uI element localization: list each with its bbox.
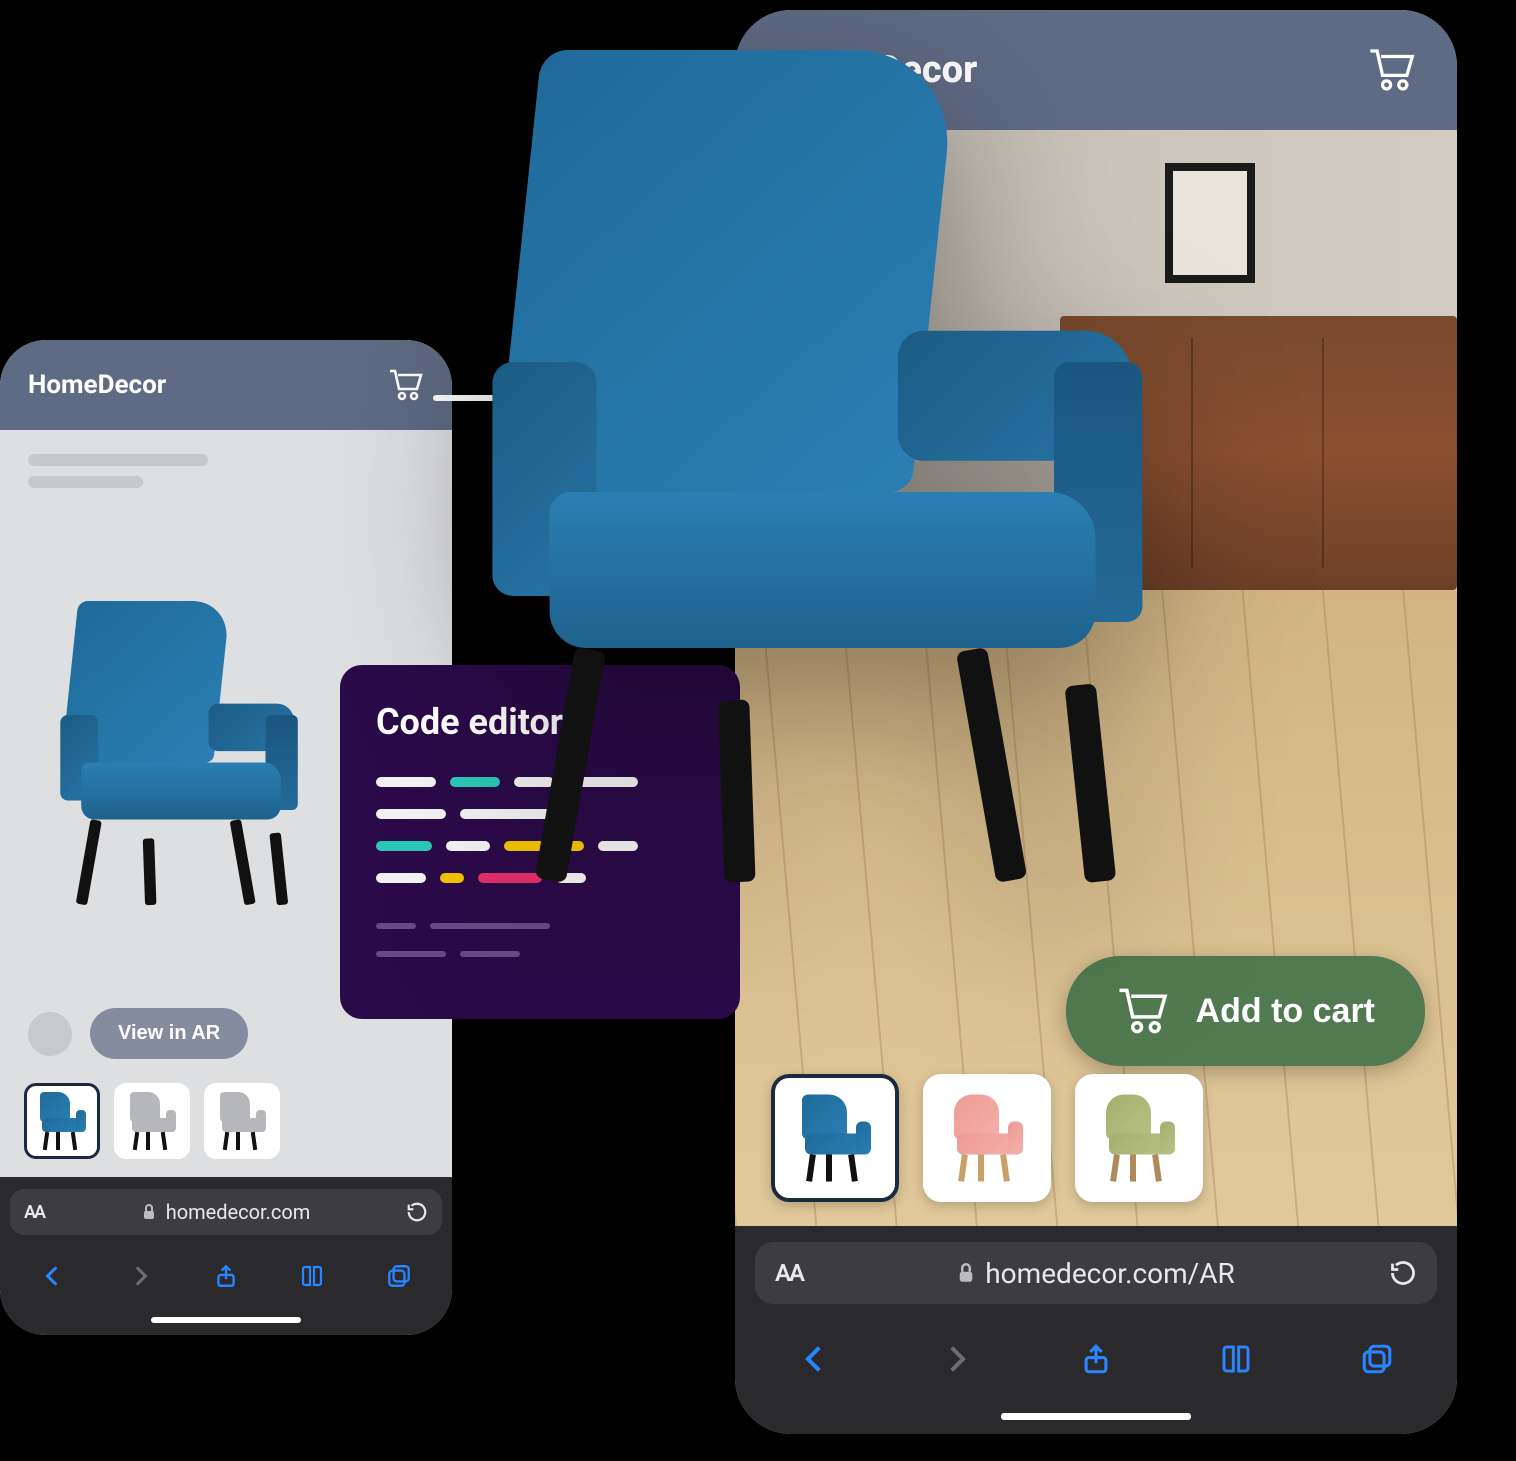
lock-icon — [957, 1263, 975, 1283]
thumbnail-row-left — [0, 1083, 452, 1177]
refresh-icon[interactable] — [406, 1201, 428, 1223]
view-in-ar-button[interactable]: View in AR — [90, 1008, 248, 1059]
cart-icon — [1116, 986, 1170, 1036]
add-to-cart-button[interactable]: Add to cart — [1066, 956, 1425, 1066]
url-text-left: homedecor.com — [166, 1200, 311, 1224]
thumb-green-chair[interactable] — [1075, 1074, 1203, 1202]
bookmarks-icon[interactable] — [1216, 1339, 1256, 1379]
browser-toolbar-right — [735, 1320, 1457, 1398]
home-indicator-left — [0, 1305, 452, 1335]
forward-icon[interactable] — [125, 1261, 155, 1291]
tabs-icon[interactable] — [384, 1261, 414, 1291]
bookmarks-icon[interactable] — [297, 1261, 327, 1291]
address-bar-right: AA homedecor.com/AR — [735, 1226, 1457, 1320]
lock-icon — [142, 1204, 156, 1220]
add-to-cart-label: Add to cart — [1196, 992, 1375, 1031]
thumb-blue-chair[interactable] — [24, 1083, 100, 1159]
browser-toolbar-left — [0, 1247, 452, 1305]
url-pill-right[interactable]: AA homedecor.com/AR — [755, 1242, 1437, 1304]
url-pill-left[interactable]: AA homedecor.com — [10, 1189, 442, 1235]
share-icon[interactable] — [1076, 1339, 1116, 1379]
back-icon[interactable] — [38, 1261, 68, 1291]
code-line-muted — [376, 923, 704, 929]
thumb-pink-chair[interactable] — [923, 1074, 1051, 1202]
thumb-blue-chair[interactable] — [771, 1074, 899, 1202]
home-indicator-right — [735, 1398, 1457, 1434]
product-chair-blue — [38, 601, 323, 905]
tabs-icon[interactable] — [1357, 1339, 1397, 1379]
color-swatch[interactable] — [28, 1012, 72, 1056]
hero-chair-3d[interactable] — [430, 50, 1210, 882]
cart-icon[interactable] — [388, 368, 424, 402]
thumb-gray-chair[interactable] — [114, 1083, 190, 1159]
skeleton-text — [0, 430, 452, 498]
app-title-left: HomeDecor — [28, 370, 166, 400]
back-icon[interactable] — [795, 1339, 835, 1379]
refresh-icon[interactable] — [1389, 1259, 1417, 1287]
text-size-icon[interactable]: AA — [24, 1202, 44, 1223]
appbar-left: HomeDecor — [0, 340, 452, 430]
thumb-gray-chair-2[interactable] — [204, 1083, 280, 1159]
code-line-muted — [376, 951, 704, 957]
text-size-icon[interactable]: AA — [775, 1259, 803, 1287]
address-bar-left: AA homedecor.com — [0, 1177, 452, 1247]
share-icon[interactable] — [211, 1261, 241, 1291]
cart-icon[interactable] — [1367, 47, 1417, 93]
thumbnail-row-right — [771, 1074, 1203, 1202]
url-text-right: homedecor.com/AR — [985, 1257, 1235, 1290]
forward-icon[interactable] — [936, 1339, 976, 1379]
